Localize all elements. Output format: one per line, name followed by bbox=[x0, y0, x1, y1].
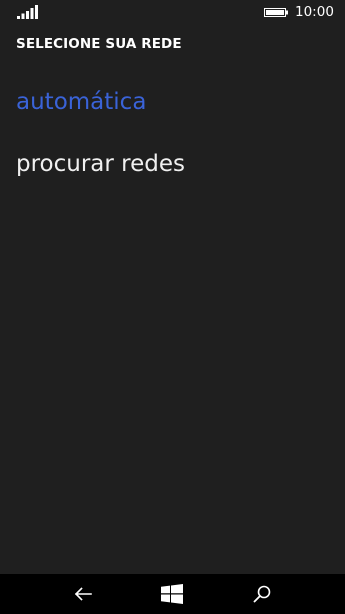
status-time: 10:00 bbox=[295, 4, 334, 20]
search-button[interactable] bbox=[232, 574, 292, 614]
start-button[interactable] bbox=[142, 574, 202, 614]
status-bar: 10:00 bbox=[0, 0, 345, 26]
back-arrow-icon bbox=[74, 587, 92, 601]
search-icon bbox=[253, 585, 271, 603]
page-title: SELECIONE SUA REDE bbox=[16, 36, 182, 52]
windows-logo-icon bbox=[161, 584, 183, 604]
navigation-bar bbox=[0, 574, 345, 614]
signal-bars-icon bbox=[17, 5, 38, 19]
option-search-networks[interactable]: procurar redes bbox=[16, 149, 185, 179]
option-automatic[interactable]: automática bbox=[16, 87, 146, 117]
back-button[interactable] bbox=[53, 574, 113, 614]
battery-full-icon bbox=[264, 8, 288, 17]
